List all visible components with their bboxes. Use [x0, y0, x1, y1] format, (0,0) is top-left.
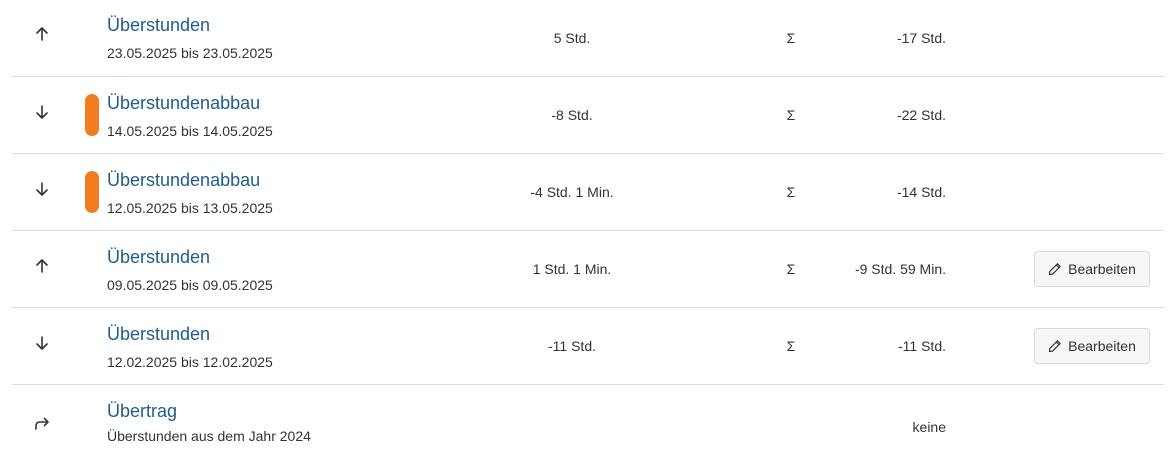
running-total: -17 Std. [896, 30, 946, 46]
sigma-symbol: Σ [786, 184, 796, 200]
list-item: Überstunden 12.02.2025 bis 12.02.2025 -1… [12, 308, 1164, 385]
entry-title-link[interactable]: Übertrag [107, 401, 177, 422]
list-item: Überstundenabbau 14.05.2025 bis 14.05.20… [12, 77, 1164, 154]
list-item: Übertrag Überstunden aus dem Jahr 2024 k… [12, 385, 1164, 461]
entry-period: 09.05.2025 bis 09.05.2025 [107, 277, 273, 293]
edit-button-label: Bearbeiten [1068, 338, 1136, 354]
category-marker [85, 94, 99, 136]
running-total: -9 Std. 59 Min. [854, 261, 946, 277]
overtime-list: Überstunden 23.05.2025 bis 23.05.2025 5 … [12, 0, 1164, 461]
entry-period: 12.02.2025 bis 12.02.2025 [107, 354, 273, 370]
entry-amount: -11 Std. [548, 338, 596, 354]
arrow-up-icon [32, 24, 52, 44]
arrow-down-icon [32, 179, 52, 199]
category-marker [85, 171, 99, 213]
entry-amount: 5 Std. [553, 30, 591, 46]
sigma-symbol: Σ [786, 30, 796, 46]
entry-amount: -8 Std. [551, 107, 593, 123]
edit-button[interactable]: Bearbeiten [1034, 328, 1150, 364]
list-item: Überstundenabbau 12.05.2025 bis 13.05.20… [12, 154, 1164, 231]
pencil-icon [1049, 263, 1061, 276]
entry-title-link[interactable]: Überstundenabbau [107, 93, 260, 114]
arrow-up-icon [32, 256, 52, 276]
arrow-down-icon [32, 333, 52, 353]
sigma-symbol: Σ [786, 107, 796, 123]
entry-amount: 1 Std. 1 Min. [532, 261, 612, 277]
running-total: -14 Std. [896, 184, 946, 200]
running-total: -22 Std. [896, 107, 946, 123]
entry-period: Überstunden aus dem Jahr 2024 [107, 428, 311, 444]
entry-title-link[interactable]: Überstundenabbau [107, 170, 260, 191]
list-item: Überstunden 23.05.2025 bis 23.05.2025 5 … [12, 0, 1164, 77]
entry-period: 14.05.2025 bis 14.05.2025 [107, 123, 273, 139]
entry-period: 23.05.2025 bis 23.05.2025 [107, 45, 273, 61]
arrow-down-icon [32, 102, 52, 122]
entry-period: 12.05.2025 bis 13.05.2025 [107, 200, 273, 216]
entry-title-link[interactable]: Überstunden [107, 324, 210, 345]
pencil-icon [1049, 340, 1061, 353]
sigma-symbol: Σ [786, 261, 796, 277]
sigma-symbol: Σ [786, 338, 796, 354]
edit-button[interactable]: Bearbeiten [1034, 251, 1150, 287]
entry-title-link[interactable]: Überstunden [107, 247, 210, 268]
edit-button-label: Bearbeiten [1068, 261, 1136, 277]
entry-title-link[interactable]: Überstunden [107, 15, 210, 36]
entry-amount: -4 Std. 1 Min. [530, 184, 614, 200]
carry-forward-icon [32, 414, 52, 434]
list-item: Überstunden 09.05.2025 bis 09.05.2025 1 … [12, 231, 1164, 308]
running-total: -11 Std. [898, 338, 946, 354]
running-total: keine [912, 419, 946, 435]
